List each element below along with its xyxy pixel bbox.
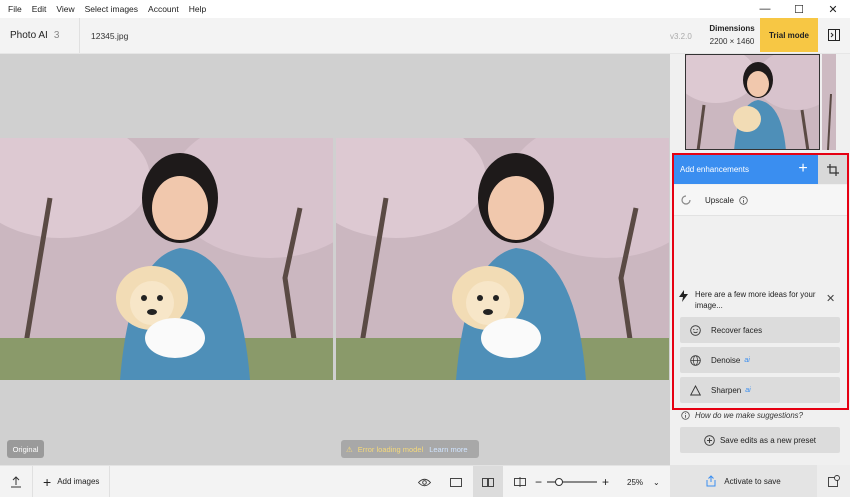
single-view-button[interactable] [441,466,471,497]
dimensions-value: 2200 × 1460 [709,37,755,46]
close-button[interactable]: ✕ [816,0,850,18]
plus-icon: + [43,473,52,490]
zoom-value[interactable]: 25% [627,478,643,487]
menu-select-images[interactable]: Select images [85,4,138,14]
plus-circle-icon [704,434,715,446]
activate-to-save-button[interactable]: Activate to save [670,465,817,497]
zoom-in-icon[interactable]: + [602,475,609,489]
info-icon [681,411,690,420]
image-count: 3 [53,30,60,41]
minimize-button[interactable]: — [748,0,782,18]
activate-label: Activate to save [724,476,781,486]
add-images-label: Add images [57,477,100,486]
upload-button[interactable] [0,465,33,497]
zoom-slider-handle[interactable] [555,477,564,486]
panel-toggle-icon [828,29,840,41]
zoom-out-icon[interactable]: − [535,475,542,489]
preview-toggle-button[interactable] [409,466,439,497]
trial-mode-button[interactable]: Trial mode [760,18,818,52]
original-photo [0,138,333,380]
file-name: 12345.jpg [91,30,129,41]
dimensions-info: Dimensions 2200 × 1460 [705,24,759,46]
zoom-slider[interactable] [547,477,598,486]
export-icon [706,475,716,487]
how-suggestions-text: How do we make suggestions? [695,411,803,420]
warning-icon: ⚠ [346,444,353,454]
dimensions-label: Dimensions [709,24,755,33]
menu-help[interactable]: Help [189,4,206,14]
export-settings-button[interactable] [817,465,850,497]
upload-icon [11,475,21,487]
how-suggestions-link[interactable]: How do we make suggestions? [681,411,803,420]
split-view-icon [514,477,526,487]
error-text: Error loading model [357,444,424,454]
title-bar: File Edit View Select images Account Hel… [0,0,850,18]
thumbnail-preview[interactable] [685,54,820,150]
menu-bar: File Edit View Select images Account Hel… [0,4,216,14]
chevron-down-icon[interactable]: ⌄ [653,478,660,487]
image-canvas[interactable]: Original ⚠ Error loading model Learn mor… [0,54,670,465]
menu-view[interactable]: View [56,4,74,14]
side-by-side-view-button[interactable] [473,466,503,497]
enhanced-photo [336,138,669,380]
single-view-icon [450,477,462,487]
thumbnail-preview-next[interactable] [822,54,836,150]
panel-toggle-button[interactable] [818,18,850,52]
error-loading-badge: ⚠ Error loading model Learn more [341,440,479,458]
window-controls: — ☐ ✕ [748,0,850,18]
maximize-button[interactable]: ☐ [782,0,816,18]
app-title-text: Photo AI [10,30,48,41]
zoom-control: − + 25% ⌄ [535,466,660,497]
save-preset-label: Save edits as a new preset [719,435,817,445]
split-view-button[interactable] [505,466,535,497]
menu-account[interactable]: Account [148,4,179,14]
bottom-toolbar: + Add images − + 25% ⌄ [0,465,670,497]
app-title: Photo AI 3 [0,18,80,53]
learn-more-link[interactable]: Learn more [429,445,467,454]
app-header: Photo AI 3 12345.jpg v3.2.0 Dimensions 2… [0,18,850,54]
export-settings-icon [827,475,840,487]
side-by-side-icon [482,477,494,487]
menu-edit[interactable]: Edit [32,4,47,14]
version-label: v3.2.0 [670,32,692,41]
highlight-box [672,153,849,410]
save-preset-button[interactable]: Save edits as a new preset [680,427,840,453]
add-images-button[interactable]: + Add images [33,465,110,497]
original-badge: Original [7,440,44,458]
menu-file[interactable]: File [8,4,22,14]
eye-icon [417,478,431,486]
